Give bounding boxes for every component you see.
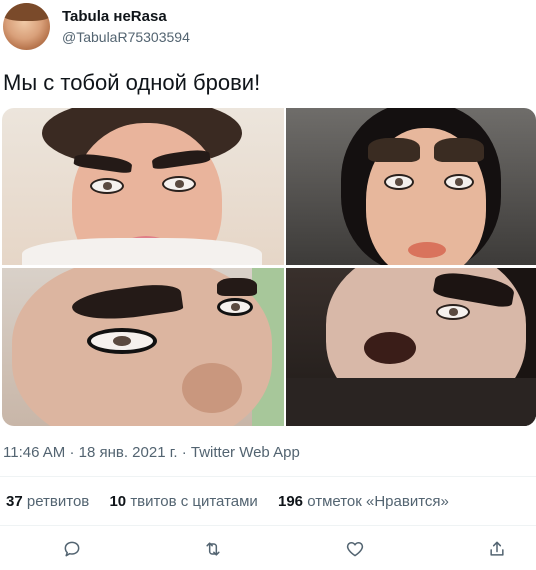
photo-clothing — [22, 238, 262, 265]
photo-4[interactable] — [286, 268, 536, 426]
photo-brow — [217, 278, 257, 296]
retweet-button[interactable] — [201, 539, 225, 563]
photo-lips — [364, 332, 416, 364]
quotes-count: 10 — [109, 493, 127, 510]
tweet-source[interactable]: Twitter Web App — [191, 444, 300, 461]
photo-brow — [434, 138, 484, 162]
photo-eye — [444, 174, 474, 190]
media-grid — [2, 108, 536, 426]
photo-clothing — [286, 378, 536, 426]
tweet-header: Tabula неRasa @TabulaR75303594 — [0, 0, 536, 56]
retweets-stat[interactable]: 37 ретвитов — [6, 493, 89, 510]
display-name[interactable]: Tabula неRasa — [62, 8, 167, 25]
share-icon — [487, 539, 507, 564]
photo-1[interactable] — [2, 108, 284, 265]
likes-count: 196 — [277, 493, 304, 510]
tweet-meta: 11:46 AM · 18 янв. 2021 г. · Twitter Web… — [3, 444, 300, 461]
like-button[interactable] — [343, 539, 367, 563]
photo-eye — [436, 304, 470, 320]
retweets-label: ретвитов — [26, 493, 90, 510]
photo-eye — [162, 176, 196, 192]
photo-3[interactable] — [2, 268, 284, 426]
photo-eye — [217, 298, 253, 316]
likes-label: отметок «Нравится» — [307, 493, 449, 510]
avatar-hair — [3, 3, 50, 21]
reply-button[interactable] — [60, 539, 84, 563]
tweet-date[interactable]: 18 янв. 2021 г. — [79, 444, 178, 461]
divider — [0, 525, 536, 526]
photo-2[interactable] — [286, 108, 536, 265]
likes-stat[interactable]: 196 отметок «Нравится» — [278, 493, 449, 510]
share-button[interactable] — [485, 539, 509, 563]
photo-lips — [408, 242, 446, 258]
tweet-stats: 37 ретвитов 10 твитов с цитатами 196 отм… — [6, 493, 465, 510]
tweet-time[interactable]: 11:46 AM — [3, 444, 65, 461]
photo-eye — [87, 328, 157, 354]
tweet-actions — [0, 535, 536, 567]
quotes-label: твитов с цитатами — [130, 493, 258, 510]
meta-separator: · — [181, 444, 187, 461]
photo-eye — [384, 174, 414, 190]
user-handle[interactable]: @TabulaR75303594 — [62, 29, 190, 45]
like-icon — [345, 539, 365, 564]
retweets-count: 37 — [6, 493, 23, 510]
meta-separator: · — [69, 444, 75, 461]
photo-eye — [90, 178, 124, 194]
retweet-icon — [203, 539, 223, 564]
photo-nose — [182, 363, 242, 413]
photo-brow — [368, 138, 420, 162]
quotes-stat[interactable]: 10 твитов с цитатами — [109, 493, 257, 510]
tweet-text: Мы с тобой одной брови! — [3, 70, 261, 95]
divider — [0, 476, 536, 477]
avatar[interactable] — [3, 3, 50, 50]
reply-icon — [62, 539, 82, 564]
